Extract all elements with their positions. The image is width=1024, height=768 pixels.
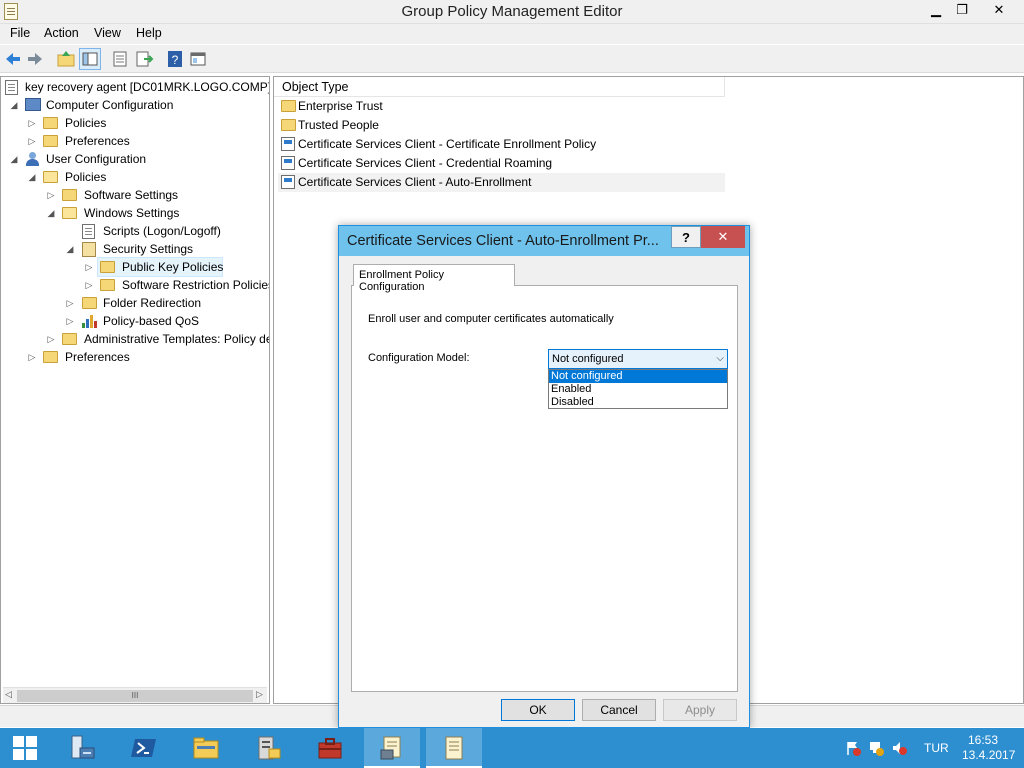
system-tray [843, 738, 913, 758]
computer-icon [25, 98, 41, 111]
list-item-enterprise-trust[interactable]: Enterprise Trust [278, 97, 725, 116]
group-policy-editor-taskbar-icon[interactable] [426, 728, 482, 768]
expand-arrow-icon[interactable]: ▷ [65, 312, 75, 330]
configuration-model-dropdown: Not configured Enabled Disabled [548, 369, 728, 409]
close-button[interactable]: ✕ [978, 0, 1020, 20]
expand-arrow-icon[interactable]: ▷ [46, 330, 56, 348]
svg-text:?: ? [172, 53, 179, 67]
folder-icon [43, 351, 58, 363]
show-hide-tree-icon[interactable] [79, 48, 101, 70]
apply-button[interactable]: Apply [663, 699, 737, 721]
folder-icon [82, 297, 97, 309]
policy-description: Enroll user and computer certificates au… [368, 313, 614, 325]
folder-icon [62, 333, 77, 345]
folder-icon [281, 100, 296, 112]
ok-button[interactable]: OK [501, 699, 575, 721]
column-header-object-type[interactable]: Object Type [274, 77, 725, 97]
server-tools-icon[interactable] [240, 728, 296, 768]
configuration-model-label: Configuration Model: [368, 352, 470, 364]
user-icon [25, 152, 41, 166]
gpo-scroll-icon [5, 80, 18, 95]
folder-icon [281, 119, 296, 131]
tree-horizontal-scrollbar[interactable]: ◁ III ▷ [3, 687, 267, 703]
scroll-right-icon[interactable]: ▷ [256, 689, 263, 700]
security-settings-icon [82, 242, 96, 257]
expand-arrow-icon[interactable]: ▷ [27, 348, 37, 366]
dialog-tab-panel: Enroll user and computer certificates au… [351, 285, 738, 692]
cancel-button[interactable]: Cancel [582, 699, 656, 721]
mmc-console-icon[interactable] [188, 49, 208, 69]
back-arrow-icon[interactable] [3, 49, 23, 69]
expand-arrow-icon[interactable]: ▷ [84, 276, 94, 294]
properties-icon[interactable] [110, 49, 130, 69]
expand-arrow-icon[interactable]: ▷ [46, 186, 56, 204]
policy-setting-icon [281, 156, 295, 170]
clock-time[interactable]: 16:53 [968, 733, 998, 747]
restore-button[interactable]: ❐ [945, 0, 979, 20]
bar-chart-icon [82, 315, 97, 328]
script-icon [82, 224, 95, 239]
volume-muted-icon[interactable] [891, 740, 907, 756]
toolbox-icon[interactable] [302, 728, 358, 768]
input-language-indicator[interactable]: TUR [924, 741, 949, 755]
group-policy-management-taskbar-icon[interactable] [364, 728, 420, 768]
help-icon[interactable]: ? [165, 49, 185, 69]
option-enabled[interactable]: Enabled [549, 383, 727, 396]
auto-enrollment-properties-dialog: Certificate Services Client - Auto-Enrol… [338, 225, 750, 728]
collapse-arrow-icon[interactable]: ◢ [46, 204, 56, 222]
dialog-help-button[interactable]: ? [671, 226, 701, 248]
collapse-arrow-icon[interactable]: ◢ [9, 96, 19, 114]
window-titlebar: Group Policy Management Editor ▁ ❐ ✕ [0, 0, 1024, 24]
menu-view[interactable]: View [94, 26, 121, 40]
window-title: Group Policy Management Editor [401, 3, 623, 20]
tab-enrollment-policy-configuration[interactable]: Enrollment Policy Configuration [353, 264, 515, 293]
list-item-trusted-people[interactable]: Trusted People [278, 116, 725, 135]
dialog-close-button[interactable]: ✕ [701, 226, 745, 248]
folder-icon [62, 189, 77, 201]
taskbar: TUR 16:53 13.4.2017 [0, 728, 1024, 768]
powershell-icon[interactable] [116, 728, 172, 768]
scroll-left-icon[interactable]: ◁ [5, 689, 12, 700]
server-manager-icon[interactable] [54, 728, 110, 768]
scrollbar-thumb[interactable]: III [17, 690, 253, 702]
expand-arrow-icon[interactable]: ▷ [65, 294, 75, 312]
policy-setting-icon [281, 137, 295, 151]
configuration-model-select[interactable]: Not configured ⌵ [548, 349, 728, 369]
dialog-titlebar[interactable]: Certificate Services Client - Auto-Enrol… [339, 226, 749, 256]
folder-icon [100, 261, 115, 273]
menu-action[interactable]: Action [44, 26, 79, 40]
export-list-icon[interactable] [134, 49, 154, 69]
option-not-configured[interactable]: Not configured [549, 370, 727, 383]
folder-icon [100, 279, 115, 291]
collapse-arrow-icon[interactable]: ◢ [65, 240, 75, 258]
option-disabled[interactable]: Disabled [549, 396, 727, 409]
collapse-arrow-icon[interactable]: ◢ [9, 150, 19, 168]
forward-arrow-icon[interactable] [25, 49, 45, 69]
dialog-title: Certificate Services Client - Auto-Enrol… [347, 233, 659, 249]
chevron-down-icon: ⌵ [716, 353, 724, 364]
clock-date[interactable]: 13.4.2017 [962, 748, 1015, 762]
folder-open-icon [43, 171, 58, 183]
menu-bar: File Action View Help [0, 24, 1024, 44]
list-item-credential-roaming[interactable]: Certificate Services Client - Credential… [278, 154, 725, 173]
collapse-arrow-icon[interactable]: ◢ [27, 168, 37, 186]
action-center-flag-icon[interactable] [845, 740, 861, 756]
menu-help[interactable]: Help [136, 26, 162, 40]
windows-start-icon[interactable] [0, 728, 50, 768]
network-icon[interactable] [868, 740, 884, 756]
policy-setting-icon [281, 175, 295, 189]
folder-open-icon [62, 207, 77, 219]
folder-icon [43, 117, 58, 129]
up-folder-icon[interactable] [56, 49, 76, 69]
folder-icon [43, 135, 58, 147]
menu-file[interactable]: File [10, 26, 30, 40]
toolbar: ? [0, 45, 1024, 73]
expand-arrow-icon[interactable]: ▷ [27, 132, 37, 150]
list-item-cert-enrollment-policy[interactable]: Certificate Services Client - Certificat… [278, 135, 725, 154]
list-item-auto-enrollment[interactable]: Certificate Services Client - Auto-Enrol… [278, 173, 725, 192]
expand-arrow-icon[interactable]: ▷ [84, 258, 94, 276]
console-tree[interactable]: key recovery agent [DC01MRK.LOGO.COMP] F… [0, 76, 270, 704]
expand-arrow-icon[interactable]: ▷ [27, 114, 37, 132]
file-explorer-icon[interactable] [178, 728, 234, 768]
